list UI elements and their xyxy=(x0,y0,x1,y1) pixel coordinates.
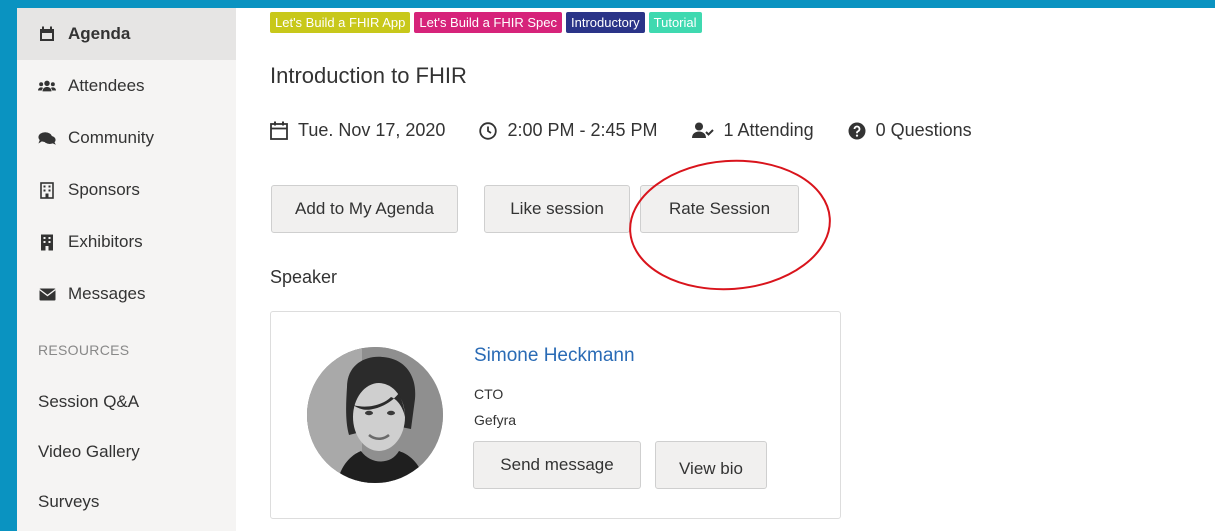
session-attending: 1 Attending xyxy=(691,120,814,141)
user-check-icon xyxy=(691,122,714,138)
session-date-text: Tue. Nov 17, 2020 xyxy=(298,120,446,140)
add-to-agenda-button[interactable]: Add to My Agenda xyxy=(271,185,458,233)
sidebar-item-session-qa[interactable]: Session Q&A xyxy=(17,376,236,428)
clock-icon xyxy=(479,121,498,140)
session-time: 2:00 PM - 2:45 PM xyxy=(479,120,658,141)
sidebar-item-surveys[interactable]: Surveys xyxy=(17,476,236,528)
view-bio-button[interactable]: View bio xyxy=(655,441,767,489)
session-title: Introduction to FHIR xyxy=(270,63,467,88)
session-date: Tue. Nov 17, 2020 xyxy=(270,120,445,141)
sidebar-item-label: Exhibitors xyxy=(68,232,143,251)
building-icon xyxy=(38,233,56,251)
sidebar-item-attendees[interactable]: Attendees xyxy=(17,60,236,112)
sidebar-item-label: Community xyxy=(68,128,154,147)
session-meta: Tue. Nov 17, 2020 2:00 PM - 2:45 PM 1 At… xyxy=(270,120,1006,141)
users-icon xyxy=(38,77,56,95)
tag-badge[interactable]: Let's Build a FHIR App xyxy=(270,12,411,33)
comments-icon xyxy=(38,129,56,147)
session-tags: Let's Build a FHIR App Let's Build a FHI… xyxy=(270,12,702,33)
avatar xyxy=(307,347,443,483)
speaker-card: Simone Heckmann CTO Gefyra Send message … xyxy=(270,311,841,519)
building-outline-icon xyxy=(38,181,56,199)
speaker-org: Gefyra xyxy=(474,412,517,428)
sidebar-item-sponsors[interactable]: Sponsors xyxy=(17,164,236,216)
tag-badge[interactable]: Tutorial xyxy=(648,12,702,33)
sidebar-item-label: Video Gallery xyxy=(38,442,140,461)
rate-session-button[interactable]: Rate Session xyxy=(640,185,799,233)
like-session-button[interactable]: Like session xyxy=(484,185,630,233)
calendar-outline-icon xyxy=(270,121,288,140)
sidebar: Agenda Attendees Community Sponsors Exhi… xyxy=(17,8,236,531)
sidebar-item-label: Sponsors xyxy=(68,180,140,199)
sidebar-item-label: Agenda xyxy=(68,24,131,43)
session-time-text: 2:00 PM - 2:45 PM xyxy=(507,120,658,140)
calendar-icon xyxy=(38,25,56,43)
session-attending-text: 1 Attending xyxy=(723,120,814,140)
question-circle-icon xyxy=(848,122,866,139)
send-message-button[interactable]: Send message xyxy=(473,441,641,489)
speaker-heading: Speaker xyxy=(270,267,338,287)
session-detail: Let's Build a FHIR App Let's Build a FHI… xyxy=(236,8,1215,531)
session-questions-text: 0 Questions xyxy=(875,120,972,140)
tag-badge[interactable]: Introductory xyxy=(566,12,645,33)
sidebar-item-messages[interactable]: Messages xyxy=(17,268,236,320)
session-questions: 0 Questions xyxy=(848,120,972,141)
sidebar-item-label: Attendees xyxy=(68,76,145,95)
sidebar-item-community[interactable]: Community xyxy=(17,112,236,164)
sidebar-item-label: Messages xyxy=(68,284,146,303)
speaker-role: CTO xyxy=(474,386,504,402)
speaker-name-link[interactable]: Simone Heckmann xyxy=(474,345,635,367)
sidebar-item-exhibitors[interactable]: Exhibitors xyxy=(17,216,236,268)
envelope-icon xyxy=(38,285,56,303)
sidebar-item-label: Session Q&A xyxy=(38,392,140,411)
sidebar-item-label: Surveys xyxy=(38,492,100,511)
sidebar-item-agenda[interactable]: Agenda xyxy=(17,8,236,60)
resources-heading: RESOURCES xyxy=(38,342,130,358)
tag-badge[interactable]: Let's Build a FHIR Spec xyxy=(414,12,562,33)
sidebar-item-video-gallery[interactable]: Video Gallery xyxy=(17,426,236,478)
